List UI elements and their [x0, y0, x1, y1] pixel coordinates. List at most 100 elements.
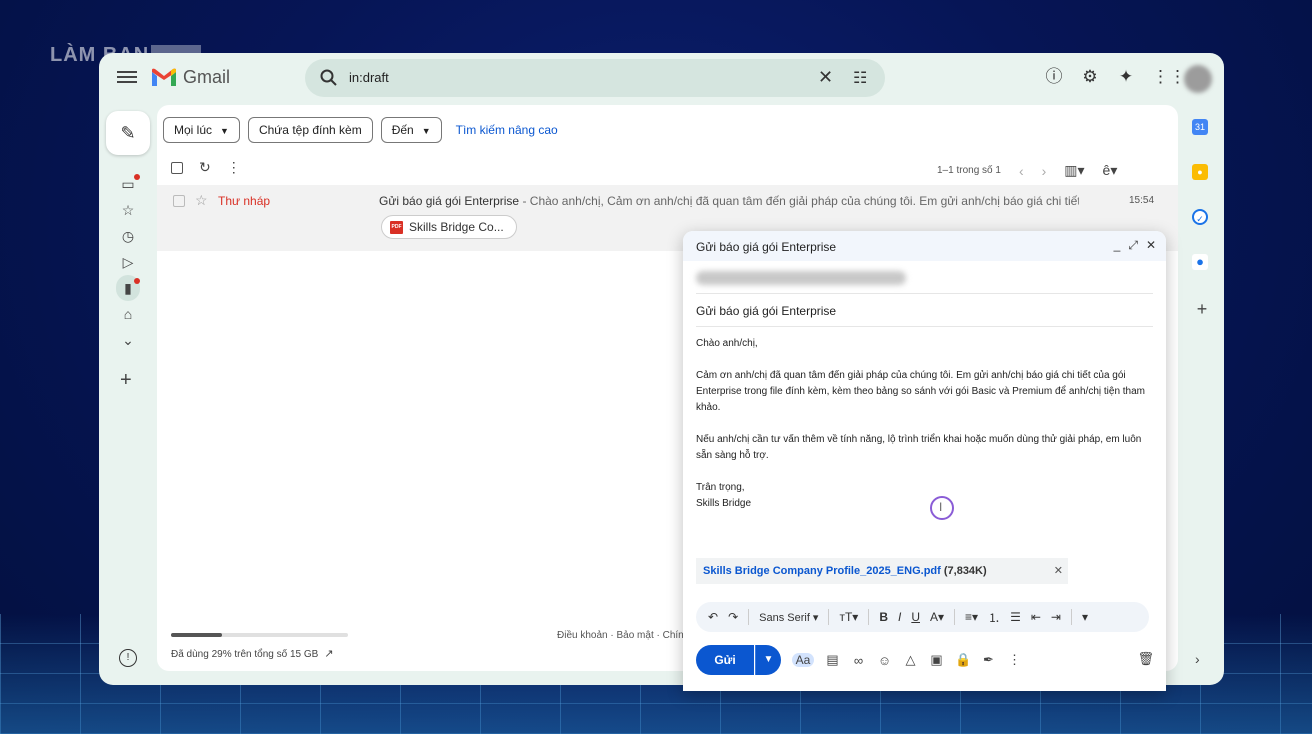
- account-avatar[interactable]: [1184, 65, 1212, 93]
- minimize-icon[interactable]: _: [1114, 238, 1121, 253]
- settings-gear-icon[interactable]: ⚙: [1080, 67, 1100, 87]
- support-icon[interactable]: !: [119, 649, 137, 667]
- compose-header[interactable]: Gửi báo giá gói Enterprise _ ⤢ ✕: [683, 231, 1166, 261]
- storage-text: Đã dùng 29% trên tổng số 15 GB: [171, 649, 319, 660]
- align-icon[interactable]: ≡▾: [965, 610, 978, 624]
- get-addons-plus-icon[interactable]: +: [1192, 299, 1212, 320]
- row-snippet: - Chào anh/chị, Cảm ơn anh/chị đã quan t…: [519, 194, 1079, 208]
- undo-icon[interactable]: ↶: [708, 610, 718, 624]
- confidential-mode-icon[interactable]: 🔒: [955, 652, 971, 668]
- font-size-icon[interactable]: тT▾: [839, 610, 858, 624]
- bulleted-list-icon[interactable]: ☰: [1010, 610, 1021, 624]
- send-button[interactable]: Gửi: [696, 645, 754, 675]
- pagination: 1–1 trong số 1 ‹ › ▥▾ ê▾: [937, 162, 1117, 179]
- drive-icon[interactable]: △: [903, 652, 918, 668]
- search-filter-chips: Mọi lúc ▼ Chứa tệp đính kèm Đến ▼ Tìm kiếm…: [163, 117, 558, 143]
- top-bar: Gmail in:draft ✕ ☷ ⓘ ⚙ ✦ ⋮⋮: [99, 53, 1224, 105]
- prev-page-icon[interactable]: ‹: [1019, 163, 1024, 179]
- font-select[interactable]: Sans Serif ▾: [759, 611, 818, 624]
- apps-grid-icon[interactable]: ⋮⋮: [1152, 67, 1186, 87]
- gemini-sparkle-icon[interactable]: ✦: [1116, 67, 1136, 87]
- gmail-logo[interactable]: Gmail: [151, 67, 230, 88]
- next-page-icon[interactable]: ›: [1042, 163, 1047, 179]
- formatting-toolbar: ↶ ↷ Sans Serif ▾ тT▾ B I U A▾ ≡▾ ⒈ ☰ ⇤ ⇥…: [696, 602, 1149, 632]
- insert-link-icon[interactable]: ∞: [851, 653, 866, 668]
- clear-search-icon[interactable]: ✕: [818, 67, 833, 88]
- main-menu-icon[interactable]: [117, 68, 137, 88]
- more-options-icon[interactable]: ⋮: [1007, 652, 1022, 668]
- pdf-icon: PDF: [390, 220, 403, 234]
- indent-more-icon[interactable]: ⇥: [1051, 610, 1061, 624]
- fullscreen-icon[interactable]: ⤢: [1128, 238, 1138, 253]
- attach-file-icon[interactable]: ▤: [825, 652, 840, 668]
- compose-attachment[interactable]: Skills Bridge Company Profile_2025_ENG.p…: [696, 558, 1068, 584]
- more-options-icon[interactable]: ⋮: [227, 159, 241, 176]
- pencil-icon: ✎: [120, 123, 136, 143]
- remove-attachment-icon[interactable]: ✕: [1054, 558, 1063, 584]
- compose-window: Gửi báo giá gói Enterprise _ ⤢ ✕ Gửi báo…: [683, 231, 1166, 691]
- snoozed-clock-icon[interactable]: ◷: [116, 223, 140, 249]
- search-icon[interactable]: [319, 68, 339, 88]
- storage-meter: Đã dùng 29% trên tổng số 15 GB ↗: [171, 633, 348, 660]
- underline-icon[interactable]: U: [911, 610, 920, 624]
- filter-chip-time[interactable]: Mọi lúc ▼: [163, 117, 240, 143]
- tasks-icon[interactable]: ✓: [1192, 209, 1208, 225]
- sent-icon[interactable]: ▷: [116, 249, 140, 275]
- body-greeting: Chào anh/chị,: [696, 338, 758, 349]
- expand-side-panel-icon[interactable]: ›: [1195, 651, 1200, 667]
- discard-draft-icon[interactable]: 🗑: [1137, 651, 1154, 667]
- signature-pen-icon[interactable]: ✒: [981, 652, 996, 668]
- footer-links[interactable]: Điều khoản · Bảo mật · Chính: [557, 630, 689, 641]
- bold-icon[interactable]: B: [879, 610, 888, 624]
- message-body[interactable]: Chào anh/chị, Cảm ơn anh/chị đã quan tâm…: [696, 336, 1151, 512]
- body-signature: Skills Bridge: [696, 498, 752, 509]
- filter-chip-attachment[interactable]: Chứa tệp đính kèm: [247, 117, 373, 143]
- emoji-icon[interactable]: ☺: [877, 653, 892, 668]
- input-tools-icon[interactable]: ê▾: [1103, 162, 1118, 179]
- star-icon[interactable]: ☆: [195, 192, 208, 209]
- purchases-icon[interactable]: ⌂: [116, 301, 140, 327]
- search-options-icon[interactable]: ☷: [853, 68, 867, 88]
- calendar-icon[interactable]: 31: [1192, 119, 1208, 135]
- attachment-chip[interactable]: PDF Skills Bridge Co...: [381, 215, 517, 239]
- body-paragraph-1: Cảm ơn anh/chị đã quan tâm đến giải pháp…: [696, 370, 1146, 413]
- more-chevron-icon[interactable]: ⌄: [116, 327, 140, 353]
- row-checkbox[interactable]: [173, 195, 185, 207]
- starred-icon[interactable]: ☆: [116, 197, 140, 223]
- filter-chip-to[interactable]: Đến ▼: [380, 117, 442, 143]
- advanced-search-link[interactable]: Tìm kiếm nâng cao: [456, 123, 558, 137]
- drafts-icon[interactable]: ▮: [116, 275, 140, 301]
- insert-photo-icon[interactable]: ▣: [929, 652, 944, 668]
- attachment-name[interactable]: Skills Bridge Company Profile_2025_ENG.p…: [703, 565, 941, 577]
- inbox-icon[interactable]: ▭: [116, 171, 140, 197]
- divider: [696, 326, 1153, 327]
- body-paragraph-2: Nếu anh/chị cần tư vấn thêm về tính năng…: [696, 434, 1142, 461]
- keep-icon[interactable]: ●: [1192, 164, 1208, 180]
- gmail-m-icon: [152, 68, 176, 86]
- top-actions: ⓘ ⚙ ✦ ⋮⋮: [1044, 67, 1187, 87]
- search-bar[interactable]: in:draft ✕ ☷: [305, 59, 885, 97]
- indent-less-icon[interactable]: ⇤: [1031, 610, 1041, 624]
- app-name: Gmail: [183, 67, 231, 87]
- new-label-plus-icon[interactable]: +: [120, 369, 132, 392]
- text-color-icon[interactable]: A▾: [930, 610, 944, 624]
- split-pane-icon[interactable]: ▥▾: [1064, 162, 1084, 179]
- pagination-text: 1–1 trong số 1: [937, 165, 1001, 176]
- compose-button[interactable]: ✎: [106, 111, 150, 155]
- open-external-icon[interactable]: ↗: [324, 648, 333, 660]
- more-formatting-icon[interactable]: ▾: [1082, 610, 1088, 624]
- recipients-field[interactable]: [696, 271, 906, 285]
- refresh-icon[interactable]: ↻: [199, 159, 211, 176]
- select-all-checkbox[interactable]: [171, 161, 183, 174]
- formatting-options-icon[interactable]: Aa: [792, 653, 814, 667]
- search-input[interactable]: in:draft: [349, 70, 389, 85]
- italic-icon[interactable]: I: [898, 610, 901, 624]
- numbered-list-icon[interactable]: ⒈: [988, 609, 1000, 626]
- contacts-icon[interactable]: ●: [1192, 254, 1208, 270]
- subject-field[interactable]: Gửi báo giá gói Enterprise: [696, 304, 836, 318]
- redo-icon[interactable]: ↷: [728, 610, 738, 624]
- chevron-down-icon: ▼: [421, 126, 431, 136]
- schedule-send-chevron-icon[interactable]: ▼: [755, 645, 781, 675]
- close-icon[interactable]: ✕: [1146, 238, 1156, 253]
- help-icon[interactable]: ⓘ: [1044, 67, 1064, 87]
